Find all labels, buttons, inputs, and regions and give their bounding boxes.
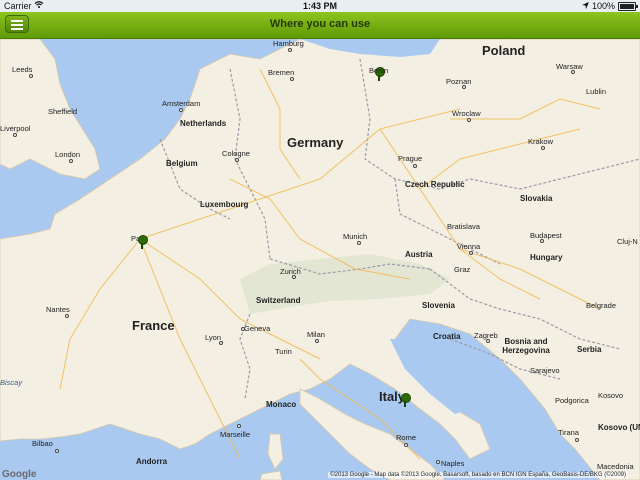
battery-icon xyxy=(618,1,638,11)
location-pin-paris[interactable] xyxy=(137,235,148,249)
city-label: Turin xyxy=(275,347,292,356)
city-dot xyxy=(571,70,575,74)
page-title: Where you can use xyxy=(269,18,371,30)
region-label: Bosnia and Herzegovina xyxy=(502,337,550,355)
city-label: Kosovo (UNMIK) xyxy=(598,423,640,432)
region-label: Netherlands xyxy=(180,119,227,128)
city-dot xyxy=(467,118,471,122)
region-label: Austria xyxy=(405,250,433,259)
city-label: Munich xyxy=(343,232,368,241)
city-label: Prague xyxy=(398,154,423,163)
city-dot xyxy=(29,74,33,78)
navigation-bar: Where you can use xyxy=(0,12,640,39)
region-label: Monaco xyxy=(266,400,297,409)
city-label: Sheffield xyxy=(48,107,78,116)
city-dot xyxy=(315,339,319,343)
region-label: Slovakia xyxy=(520,194,553,203)
country-label: Germany xyxy=(287,135,344,150)
city-label: Milan xyxy=(307,330,325,339)
city-dot xyxy=(290,77,294,81)
sea-label: Biscay xyxy=(0,378,23,387)
city-label: Poznan xyxy=(446,77,472,86)
city-label: Budapest xyxy=(530,231,562,240)
time-label: 1:43 PM xyxy=(302,1,337,11)
city-label: Bremen xyxy=(268,68,295,77)
city-dot xyxy=(413,164,417,168)
city-dot xyxy=(237,424,241,428)
city-label: Graz xyxy=(454,265,471,274)
map-view[interactable]: Poland Germany France Italy Netherlands … xyxy=(0,39,640,480)
city-label: Hamburg xyxy=(273,39,304,48)
city-dot xyxy=(179,108,183,112)
city-dot xyxy=(540,239,544,243)
city-dot xyxy=(235,158,239,162)
region-label: Andorra xyxy=(136,457,168,466)
region-label: Belgium xyxy=(166,159,198,168)
city-dot xyxy=(241,327,245,331)
city-label: Macedonia xyxy=(597,462,634,471)
city-label: Sarajevo xyxy=(530,366,560,375)
city-dot xyxy=(69,159,73,163)
city-label: Bilbao xyxy=(32,439,53,448)
city-dot xyxy=(575,438,579,442)
city-dot xyxy=(219,341,223,345)
city-label: Liverpool xyxy=(0,124,31,133)
city-label: Cluj-N xyxy=(617,237,638,246)
region-label: Luxembourg xyxy=(200,200,249,209)
city-label: Podgorica xyxy=(555,396,589,405)
city-dot xyxy=(288,48,292,52)
battery-percent: 100% xyxy=(591,1,615,11)
country-label: France xyxy=(132,318,175,333)
city-label: Krakow xyxy=(528,137,554,146)
city-label: Amsterdam xyxy=(162,99,201,108)
city-label: Vienna xyxy=(457,242,481,251)
city-label: Bratislava xyxy=(447,222,480,231)
map-attribution: ©2013 Google - Map data ©2013 Google, Ba… xyxy=(328,472,628,478)
city-label: Rome xyxy=(396,433,417,442)
city-label: Cologne xyxy=(222,149,250,158)
region-label: Hungary xyxy=(530,253,563,262)
city-dot xyxy=(65,314,69,318)
city-label: Geneva xyxy=(244,324,271,333)
location-pin-italy[interactable] xyxy=(400,393,411,407)
city-dot xyxy=(486,339,490,343)
city-label: London xyxy=(55,150,81,159)
city-label: Kosovo xyxy=(598,391,624,400)
city-label: Marseille xyxy=(220,430,251,439)
region-label: Czech Republic xyxy=(405,180,465,189)
city-dot xyxy=(55,449,59,453)
location-icon xyxy=(581,1,589,11)
country-label: Poland xyxy=(482,43,526,58)
city-label: Belgrade xyxy=(586,301,617,310)
city-dot xyxy=(436,460,440,464)
pin-label: Berlin xyxy=(369,66,389,75)
region-label: Switzerland xyxy=(256,296,301,305)
city-label: Wroclaw xyxy=(452,109,481,118)
city-dot xyxy=(357,241,361,245)
status-bar: Carrier 1:43 PM 100% xyxy=(0,0,640,12)
city-label: Nantes xyxy=(46,305,70,314)
city-label: Tirana xyxy=(558,428,579,437)
city-dot xyxy=(292,275,296,279)
city-dot xyxy=(462,85,466,89)
city-label: Naples xyxy=(441,459,465,468)
region-label: Slovenia xyxy=(422,301,455,310)
city-dot xyxy=(469,251,473,255)
city-label: Lublin xyxy=(586,87,607,96)
city-dot xyxy=(404,443,408,447)
city-dot xyxy=(13,133,17,137)
city-label: Warsaw xyxy=(556,62,583,71)
city-label: Zurich xyxy=(280,267,301,276)
city-label: Leeds xyxy=(12,65,33,74)
region-label: Serbia xyxy=(577,345,602,354)
google-logo: Google xyxy=(2,469,37,480)
city-dot xyxy=(541,146,545,150)
region-label: Croatia xyxy=(433,332,461,341)
